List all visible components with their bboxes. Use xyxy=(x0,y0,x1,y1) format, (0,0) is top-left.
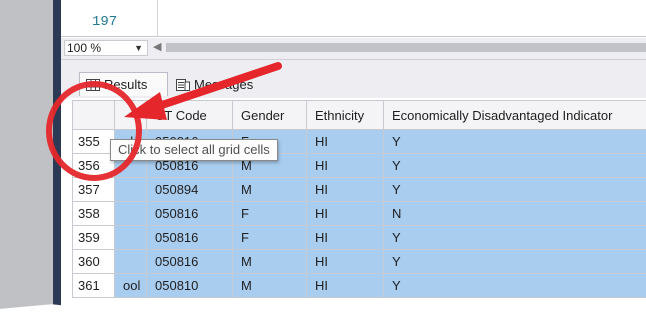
grid-cell[interactable]: HI xyxy=(306,225,384,250)
tab-results-label: Results xyxy=(104,77,148,92)
grid-cell[interactable] xyxy=(114,225,147,250)
column-header-econ-indicator[interactable]: Economically Disadvantaged Indicator xyxy=(383,100,646,130)
row-number[interactable]: 359 xyxy=(72,225,115,250)
table-row: 361 ool 050810 M HI Y xyxy=(72,273,646,298)
query-editor[interactable] xyxy=(61,0,646,40)
grid-cell[interactable]: M xyxy=(232,273,307,298)
grid-cell[interactable]: HI xyxy=(306,129,384,154)
grid-cell[interactable]: 050894 xyxy=(146,177,233,202)
grid-cell[interactable]: HI xyxy=(306,201,384,226)
grid-cell[interactable]: Y xyxy=(383,225,646,250)
screenshot-frame: 197 100 % ▼ ◀ Results Messages CT Code G… xyxy=(0,0,646,312)
grid-cell[interactable]: ool xyxy=(114,273,147,298)
grid-cell[interactable]: F xyxy=(232,225,307,250)
row-number[interactable]: 358 xyxy=(72,201,115,226)
grid-cell[interactable]: HI xyxy=(306,273,384,298)
grid-cell[interactable]: F xyxy=(232,201,307,226)
grid-cell[interactable] xyxy=(114,177,147,202)
tab-messages-label: Messages xyxy=(194,77,254,92)
select-all-corner[interactable] xyxy=(72,100,115,130)
row-number[interactable]: 360 xyxy=(72,249,115,274)
grid-cell[interactable]: HI xyxy=(306,153,384,178)
row-number[interactable]: 355 xyxy=(72,129,115,154)
grid-cell[interactable]: Y xyxy=(383,249,646,274)
tab-results[interactable]: Results xyxy=(79,72,168,96)
grid-cell[interactable] xyxy=(114,249,147,274)
tab-messages[interactable]: Messages xyxy=(172,72,276,96)
grid-cell[interactable]: HI xyxy=(306,249,384,274)
grid-cell[interactable]: 050816 xyxy=(146,201,233,226)
window-edge xyxy=(53,0,61,312)
line-number: 197 xyxy=(92,14,118,30)
table-row: 359 050816 F HI Y xyxy=(72,225,646,250)
results-grid: CT Code Gender Ethnicity Economically Di… xyxy=(72,100,646,298)
select-all-tooltip: Click to select all grid cells xyxy=(110,139,278,161)
left-background xyxy=(0,0,53,312)
column-header[interactable] xyxy=(114,100,147,130)
editor-divider xyxy=(61,36,646,37)
zoom-value: 100 % xyxy=(67,41,102,55)
scroll-left-icon[interactable]: ◀ xyxy=(153,40,161,53)
table-row: 358 050816 F HI N xyxy=(72,201,646,226)
grid-cell[interactable]: 050816 xyxy=(146,225,233,250)
grid-cell[interactable]: Y xyxy=(383,273,646,298)
grid-cell[interactable]: Y xyxy=(383,153,646,178)
grid-cell[interactable]: M xyxy=(232,177,307,202)
column-header-ct-code[interactable]: CT Code xyxy=(146,100,233,130)
zoom-dropdown[interactable]: 100 % ▼ xyxy=(64,40,148,56)
grid-icon xyxy=(86,79,100,94)
row-number[interactable]: 356 xyxy=(72,153,115,178)
row-number[interactable]: 361 xyxy=(72,273,115,298)
messages-icon xyxy=(176,79,190,94)
table-row: 357 050894 M HI Y xyxy=(72,177,646,202)
column-header-ethnicity[interactable]: Ethnicity xyxy=(306,100,384,130)
grid-cell[interactable]: Y xyxy=(383,129,646,154)
grid-cell[interactable]: 050810 xyxy=(146,273,233,298)
editor-gutter-divider xyxy=(157,0,158,36)
column-header-gender[interactable]: Gender xyxy=(232,100,307,130)
grid-cell[interactable]: M xyxy=(232,249,307,274)
grid-header-row: CT Code Gender Ethnicity Economically Di… xyxy=(72,100,646,130)
table-row: 360 050816 M HI Y xyxy=(72,249,646,274)
grid-cell[interactable]: N xyxy=(383,201,646,226)
grid-cell[interactable] xyxy=(114,201,147,226)
chevron-down-icon: ▼ xyxy=(134,43,143,53)
row-number[interactable]: 357 xyxy=(72,177,115,202)
grid-cell[interactable]: HI xyxy=(306,177,384,202)
grid-cell[interactable]: Y xyxy=(383,177,646,202)
grid-cell[interactable]: 050816 xyxy=(146,249,233,274)
horizontal-scrollbar[interactable] xyxy=(166,43,646,52)
